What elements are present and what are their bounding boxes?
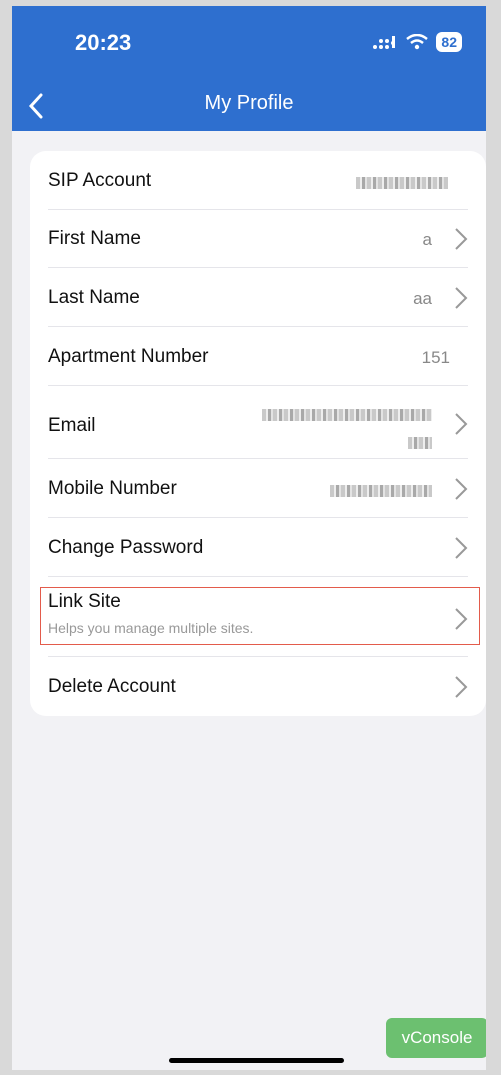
row-sip-account: SIP Account	[48, 151, 468, 210]
row-last-name[interactable]: Last Name aa	[48, 268, 468, 327]
chevron-right-icon	[455, 413, 468, 435]
page-title: My Profile	[204, 92, 294, 114]
status-icons: 82	[372, 32, 462, 52]
row-label: Delete Account	[48, 676, 176, 697]
chevron-right-icon	[455, 537, 468, 559]
row-label: First Name	[48, 228, 141, 249]
row-delete-account[interactable]: Delete Account	[48, 657, 468, 715]
mobile-number-value-redacted	[330, 480, 432, 500]
row-mobile-number[interactable]: Mobile Number	[48, 459, 468, 518]
chevron-right-icon	[455, 478, 468, 500]
first-name-value: a	[422, 230, 432, 249]
row-email[interactable]: Email	[48, 386, 468, 459]
wifi-icon	[406, 34, 429, 50]
email-value-redacted	[262, 404, 432, 424]
battery-level: 82	[436, 32, 462, 52]
row-first-name[interactable]: First Name a	[48, 209, 468, 268]
chevron-right-icon	[455, 287, 468, 309]
home-indicator	[169, 1058, 344, 1063]
row-label: Mobile Number	[48, 478, 177, 499]
row-label: SIP Account	[48, 170, 152, 191]
row-label: Last Name	[48, 287, 140, 308]
row-label: Apartment Number	[48, 346, 209, 367]
chevron-right-icon	[455, 676, 468, 698]
last-name-value: aa	[413, 289, 432, 308]
row-label: Change Password	[48, 537, 204, 558]
row-apartment-number: Apartment Number 151	[48, 327, 468, 386]
row-change-password[interactable]: Change Password	[48, 518, 468, 577]
row-label: Email	[48, 415, 96, 436]
vconsole-button[interactable]: vConsole	[386, 1018, 486, 1058]
phone-screen: 20:23 82 My Profile SIP Account First Na…	[12, 6, 486, 1070]
apartment-number-value: 151	[421, 348, 450, 367]
status-time: 20:23	[75, 30, 132, 55]
app-header: 20:23 82 My Profile	[12, 6, 486, 131]
link-site-highlight	[40, 587, 480, 645]
chevron-right-icon	[455, 228, 468, 250]
signal-icon	[373, 36, 396, 49]
sip-account-value-redacted	[356, 172, 448, 192]
email-value-redacted	[408, 432, 432, 452]
